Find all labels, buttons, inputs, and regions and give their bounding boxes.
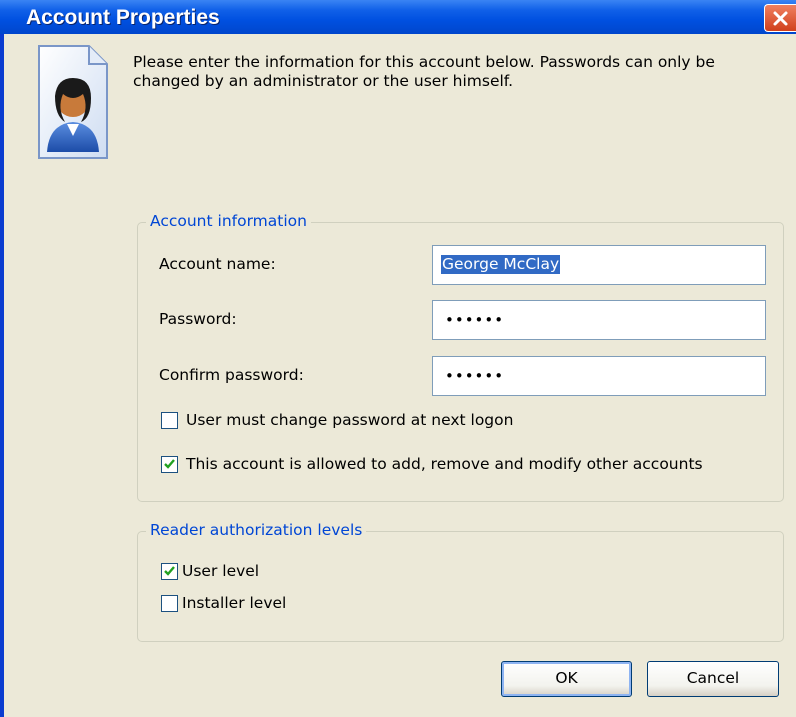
- password-label: Password:: [159, 310, 237, 328]
- password-field[interactable]: ••••••: [432, 300, 766, 340]
- must-change-password-checkbox[interactable]: [161, 412, 178, 429]
- account-properties-window: Account Properties Please enter the info…: [0, 0, 796, 717]
- installer-level-checkbox[interactable]: [161, 595, 178, 612]
- ok-button[interactable]: OK: [501, 661, 632, 697]
- user-account-icon: [38, 45, 108, 159]
- user-level-checkbox[interactable]: [161, 563, 178, 580]
- intro-text: Please enter the information for this ac…: [133, 53, 715, 90]
- reader-authorization-group: Reader authorization levels: [137, 521, 784, 642]
- checkmark-icon: [164, 459, 175, 469]
- confirm-password-value: ••••••: [445, 367, 505, 385]
- account-name-label: Account name:: [159, 255, 276, 273]
- must-change-password-label[interactable]: User must change password at next logon: [186, 411, 513, 429]
- account-name-field[interactable]: George McClay: [432, 245, 766, 285]
- confirm-password-label: Confirm password:: [159, 366, 304, 384]
- title-bar[interactable]: Account Properties: [0, 0, 796, 34]
- checkmark-icon: [164, 566, 175, 576]
- cancel-button[interactable]: Cancel: [647, 661, 779, 697]
- allowed-modify-accounts-checkbox[interactable]: [161, 456, 178, 473]
- window-title: Account Properties: [26, 6, 220, 29]
- allowed-modify-accounts-label[interactable]: This account is allowed to add, remove a…: [186, 455, 703, 473]
- password-value: ••••••: [445, 311, 505, 329]
- reader-authorization-title: Reader authorization levels: [146, 521, 367, 539]
- close-button[interactable]: [764, 4, 796, 32]
- account-name-value: George McClay: [441, 255, 561, 274]
- confirm-password-field[interactable]: ••••••: [432, 356, 766, 396]
- account-information-title: Account information: [146, 212, 311, 230]
- close-icon: [773, 11, 788, 26]
- user-level-label[interactable]: User level: [182, 562, 259, 580]
- installer-level-label[interactable]: Installer level: [182, 594, 286, 612]
